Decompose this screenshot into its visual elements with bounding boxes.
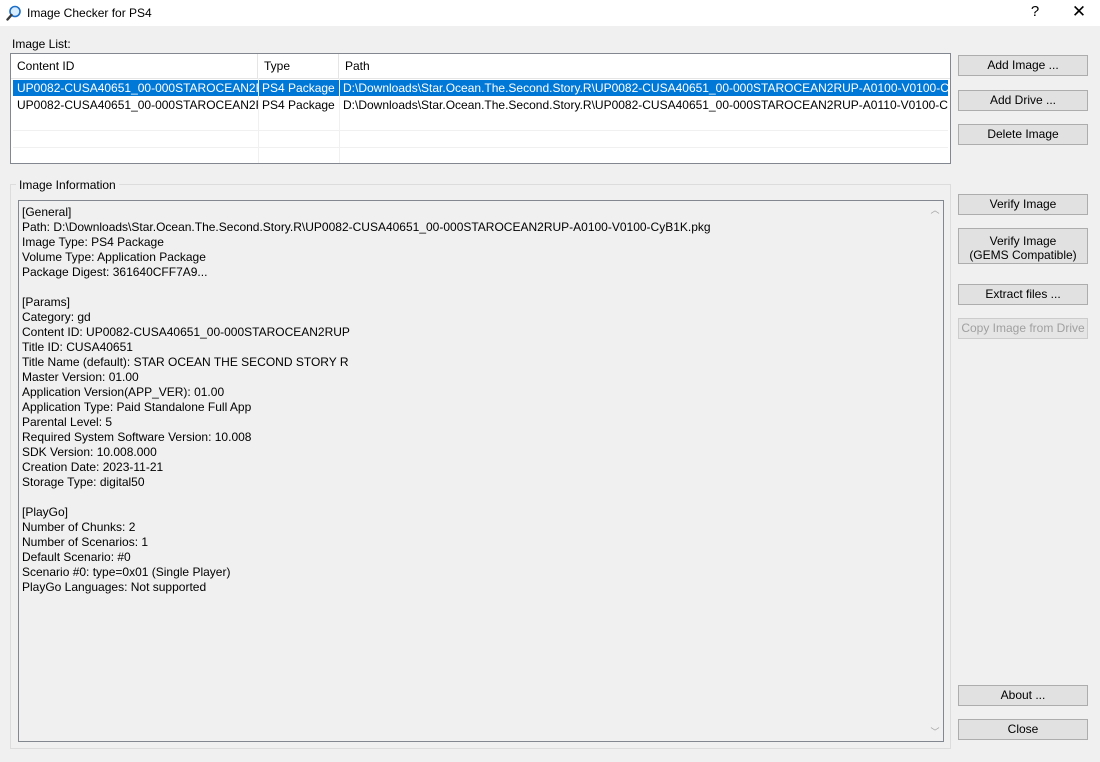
scroll-down-arrow-icon[interactable]: ﹀ xyxy=(930,727,940,737)
help-button[interactable]: ? xyxy=(1013,0,1057,26)
vertical-scrollbar[interactable]: ︿ ﹀ xyxy=(927,201,943,741)
verify-image-gems-button[interactable]: Verify Image (GEMS Compatible) xyxy=(958,228,1088,264)
image-list-label: Image List: xyxy=(12,37,71,51)
about-button[interactable]: About ... xyxy=(958,685,1088,706)
row-content-id: UP0082-CUSA40651_00-000STAROCEAN2RUP xyxy=(17,98,258,112)
row-path: D:\Downloads\Star.Ocean.The.Second.Story… xyxy=(343,98,948,112)
window-close-button[interactable]: ✕ xyxy=(1057,0,1100,26)
verify-image-button[interactable]: Verify Image xyxy=(958,194,1088,215)
column-header-type[interactable]: Type xyxy=(258,54,339,78)
table-row[interactable]: UP0082-CUSA40651_00-000STAROCEAN2RUP PS4… xyxy=(13,80,948,96)
magnifier-icon xyxy=(6,5,22,21)
title-bar: Image Checker for PS4 ? ✕ xyxy=(0,0,1100,26)
verify-gems-label-line2: (GEMS Compatible) xyxy=(969,247,1077,262)
row-type: PS4 Package xyxy=(262,81,335,95)
row-content-id: UP0082-CUSA40651_00-000STAROCEAN2RUP xyxy=(17,81,258,95)
column-header-content-id[interactable]: Content ID xyxy=(11,54,258,78)
image-information-text: [General] Path: D:\Downloads\Star.Ocean.… xyxy=(22,205,711,594)
empty-row xyxy=(13,114,948,131)
column-divider xyxy=(258,78,259,163)
verify-gems-label-line1: Verify Image xyxy=(989,233,1057,248)
image-list[interactable]: Content ID Type Path UP0082-CUSA40651_00… xyxy=(10,53,951,164)
copy-image-from-drive-button[interactable]: Copy Image from Drive xyxy=(958,318,1088,339)
row-path: D:\Downloads\Star.Ocean.The.Second.Story… xyxy=(343,81,948,95)
column-header-path[interactable]: Path xyxy=(339,54,950,78)
table-row[interactable]: UP0082-CUSA40651_00-000STAROCEAN2RUP PS4… xyxy=(13,97,948,113)
column-divider xyxy=(339,78,340,163)
extract-files-button[interactable]: Extract files ... xyxy=(958,284,1088,305)
empty-row xyxy=(13,148,948,163)
row-type: PS4 Package xyxy=(262,98,335,112)
image-information-label: Image Information xyxy=(16,178,119,192)
window-title: Image Checker for PS4 xyxy=(27,6,152,20)
add-drive-button[interactable]: Add Drive ... xyxy=(958,90,1088,111)
list-header: Content ID Type Path xyxy=(11,54,950,79)
add-image-button[interactable]: Add Image ... xyxy=(958,55,1088,76)
image-information-textbox[interactable]: [General] Path: D:\Downloads\Star.Ocean.… xyxy=(18,200,944,742)
empty-row xyxy=(13,131,948,148)
close-button[interactable]: Close xyxy=(958,719,1088,740)
delete-image-button[interactable]: Delete Image xyxy=(958,124,1088,145)
scroll-up-arrow-icon[interactable]: ︿ xyxy=(930,205,940,215)
